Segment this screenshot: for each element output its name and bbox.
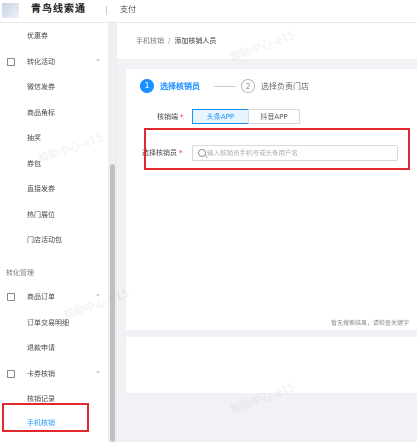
step-label: 选择负责门店: [261, 82, 309, 91]
sidebar-section-title: 转化管理: [0, 264, 108, 282]
verifier-search-field[interactable]: [192, 145, 398, 161]
sidebar-section-label: 转化管理: [6, 269, 34, 277]
sidebar-item-refund[interactable]: 退款申请: [0, 339, 108, 357]
step-label: 选择核销员: [160, 82, 200, 91]
sidebar-item-label: 商品订单: [27, 293, 55, 301]
app-logo-icon: [2, 3, 19, 18]
sidebar-item-label: 微信发券: [27, 83, 55, 91]
step-number: 2: [241, 79, 255, 93]
activity-icon: [7, 58, 15, 66]
top-bar: 青鸟线索通 支付: [0, 0, 417, 23]
verifier-label-text: 选择核销员: [142, 149, 177, 157]
sidebar-item-order-details[interactable]: 订单交易明细: [0, 314, 108, 332]
step-number: 1: [140, 79, 154, 93]
sidebar-item-label: 热门展位: [27, 211, 55, 219]
chevron-up-icon: ⌃: [95, 370, 101, 378]
chevron-up-icon: ⌃: [95, 58, 101, 66]
sidebar-item-mobile-verify[interactable]: 手机核销: [0, 414, 108, 432]
sidebar-item-product-badge[interactable]: 商品角标: [0, 104, 108, 122]
header-divider: [106, 6, 107, 15]
platform-option-douyin[interactable]: 抖音APP: [248, 109, 300, 124]
bottom-panel: [126, 337, 417, 393]
search-icon: [198, 149, 206, 157]
verifier-label: 选择核销员 *: [142, 147, 183, 159]
breadcrumb: 手机核销 / 添加核销人员: [136, 35, 216, 47]
main-content: 手机核销 / 添加核销人员 1 选择核销员 2 选择负责门店 核销端 * 头条APP …: [117, 23, 417, 442]
platform-label-text: 核销端: [157, 113, 178, 121]
required-mark: *: [180, 113, 184, 121]
sidebar-item-label: 退款申请: [27, 344, 55, 352]
required-mark: *: [179, 149, 183, 157]
sidebar-group-verification[interactable]: 卡券核销 ⌃: [0, 365, 108, 383]
sidebar-item-coupon-pack[interactable]: 券包: [0, 155, 108, 173]
sidebar-scrollbar-thumb[interactable]: [110, 164, 115, 442]
sidebar-item-label: 优惠券: [27, 32, 48, 40]
top-tab-payment[interactable]: 支付: [120, 4, 136, 16]
sidebar-group-conversion[interactable]: 转化活动 ⌃: [0, 53, 108, 71]
sidebar-item-label: 手机核销: [27, 419, 55, 427]
platform-label: 核销端 *: [157, 111, 184, 123]
sidebar-item-coupon[interactable]: 优惠券: [0, 27, 108, 45]
ticket-icon: [7, 370, 15, 378]
sidebar-item-wechat-coupon[interactable]: 微信发券: [0, 78, 108, 96]
brand-name: 青鸟线索通: [31, 4, 86, 15]
sidebar-item-label: 订单交易明细: [27, 319, 69, 327]
sidebar-item-label: 核销记录: [27, 395, 55, 403]
step-connector: [214, 86, 236, 87]
sidebar-item-store-activity[interactable]: 门店活动包: [0, 231, 108, 249]
chevron-up-icon: ⌃: [95, 293, 101, 301]
sidebar-item-verify-records[interactable]: 核销记录: [0, 390, 108, 408]
sidebar-item-direct-coupon[interactable]: 直接发券: [0, 180, 108, 198]
order-icon: [7, 293, 15, 301]
sidebar-group-orders[interactable]: 商品订单 ⌃: [0, 288, 108, 306]
form-panel: 1 选择核销员 2 选择负责门店 核销端 * 头条APP 抖音APP 选择核销员 *…: [126, 69, 417, 330]
breadcrumb-parent-link[interactable]: 手机核销: [136, 37, 164, 45]
breadcrumb-current: 添加核销人员: [174, 37, 217, 45]
sidebar-item-lottery[interactable]: 抽奖: [0, 129, 108, 147]
sidebar-item-label: 卡券核销: [27, 370, 55, 378]
empty-result-text: 暂无搜索结果，请检查关键字: [330, 320, 409, 327]
breadcrumb-bar: 手机核销 / 添加核销人员: [117, 23, 417, 60]
sidebar-item-label: 券包: [27, 160, 41, 168]
sidebar-item-label: 商品角标: [27, 109, 55, 117]
sidebar-item-label: 转化活动: [27, 58, 55, 66]
sidebar: 优惠券 转化活动 ⌃ 微信发券 商品角标 抽奖 券包 直接发券 热门展位 门店活动…: [0, 23, 117, 442]
breadcrumb-separator: /: [168, 37, 171, 45]
verifier-search-input[interactable]: [207, 146, 395, 160]
sidebar-item-label: 直接发券: [27, 185, 55, 193]
sidebar-item-hot-booth[interactable]: 热门展位: [0, 206, 108, 224]
sidebar-item-label: 门店活动包: [27, 236, 62, 244]
platform-option-toutiao[interactable]: 头条APP: [192, 109, 249, 124]
sidebar-item-label: 抽奖: [27, 134, 41, 142]
